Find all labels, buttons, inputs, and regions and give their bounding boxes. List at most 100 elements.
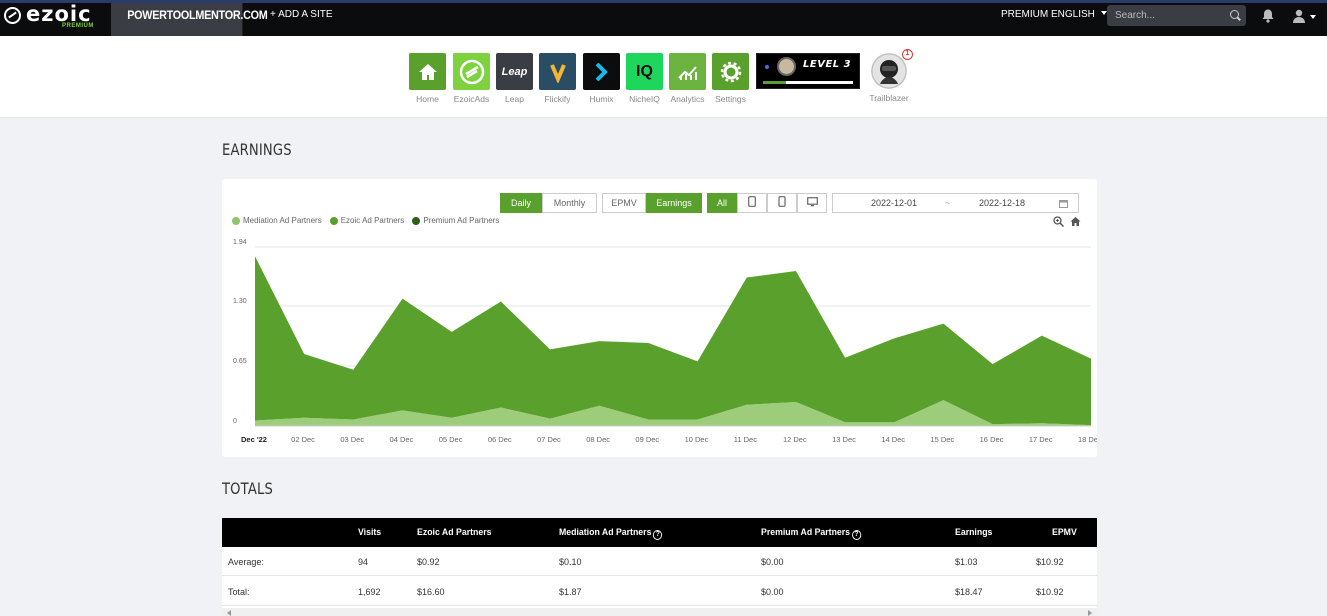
app-humix[interactable]: Humix	[583, 53, 620, 104]
cell-ezoic: $16.60	[417, 587, 445, 597]
header-premium-label: Premium Ad Partners	[761, 527, 851, 538]
table-header: Visits Ezoic Ad Partners Mediation Ad Pa…	[222, 518, 1097, 547]
trailblazer-icon: 1	[871, 49, 913, 89]
x-tick-label: 15 Dec	[930, 435, 954, 444]
row-label: Average:	[228, 557, 264, 567]
x-tick-label: 03 Dec	[340, 435, 364, 444]
earnings-title: EARNINGS	[222, 140, 292, 159]
x-tick-label: 13 Dec	[832, 435, 856, 444]
header-epmv: EPMV	[1052, 527, 1077, 538]
x-tick-label: 02 Dec	[291, 435, 315, 444]
totals-title: TOTALS	[222, 479, 273, 498]
x-tick-label: 11 Dec	[734, 435, 757, 444]
leap-tile-text: Leap	[501, 65, 528, 78]
nicheiq-icon: IQ	[626, 53, 663, 90]
app-settings[interactable]: Settings	[712, 53, 749, 104]
analytics-icon	[669, 53, 706, 90]
nicheiq-tile-text: IQ	[636, 62, 653, 80]
bell-icon[interactable]	[1262, 9, 1274, 23]
level-text: LEVEL 3	[803, 59, 852, 70]
x-tick-label: 14 Dec	[881, 435, 905, 444]
x-tick-label: 12 Dec	[783, 435, 807, 444]
cell-mediation: $0.10	[559, 557, 582, 567]
x-tick-label: 18 Dec	[1078, 435, 1097, 444]
cell-visits: 1,692	[358, 587, 381, 597]
trailblazer-button[interactable]: 1 Trailblazer	[862, 49, 916, 103]
table-row: Total: 1,692 $16.60 $1.87 $0.00 $18.47 $…	[222, 577, 1097, 606]
trailblazer-label: Trailblazer	[869, 93, 909, 103]
ezoic-logo[interactable]: ezoic PREMIUM	[4, 2, 104, 34]
humix-icon	[583, 53, 620, 90]
app-ezoicads[interactable]: EzoicAds	[453, 53, 490, 104]
x-tick-label: 08 Dec	[586, 435, 610, 444]
level-dot	[765, 65, 769, 69]
area-series-ezoic-ad-partners	[255, 256, 1091, 426]
flickify-icon	[539, 53, 576, 90]
header-ezoic-ad-partners: Ezoic Ad Partners	[417, 527, 492, 538]
search-icon[interactable]	[1230, 10, 1239, 19]
header-mediation-label: Mediation Ad Partners	[559, 527, 652, 538]
x-tick-label: Dec '22	[241, 435, 267, 444]
x-tick-label: 07 Dec	[537, 435, 561, 444]
gear-icon	[712, 53, 749, 90]
help-icon[interactable]: ?	[653, 530, 663, 540]
header-premium-ad-partners: Premium Ad Partners?	[761, 527, 862, 540]
level-progress-fill	[763, 81, 786, 84]
app-home[interactable]: Home	[409, 53, 446, 104]
app-bar: Home EzoicAds Leap Leap Flickify Humix I…	[0, 36, 1327, 118]
x-tick-label: 06 Dec	[488, 435, 512, 444]
logo-subtext: PREMIUM	[62, 23, 94, 29]
earnings-card: Daily Monthly EPMV Earnings All 2022-12-…	[222, 179, 1097, 457]
table-row: Average: 94 $0.92 $0.10 $0.00 $1.03 $10.…	[222, 547, 1097, 576]
language-selector[interactable]: ENGLISH	[1051, 9, 1107, 20]
scroll-right-icon[interactable]	[1088, 610, 1092, 616]
app-analytics[interactable]: Analytics	[669, 53, 706, 104]
horizontal-scrollbar[interactable]	[222, 608, 1097, 616]
search-input[interactable]	[1115, 8, 1225, 23]
header-earnings: Earnings	[955, 527, 993, 538]
chevron-down-icon	[1310, 15, 1316, 19]
level-progress-bar	[763, 81, 853, 84]
y-tick-label: 1.30	[233, 298, 247, 305]
y-tick-label: 0.65	[233, 358, 247, 365]
x-tick-label: 10 Dec	[685, 435, 709, 444]
app-label: Settings	[715, 94, 746, 104]
chevron-down-icon	[1100, 11, 1107, 15]
cell-visits: 94	[358, 557, 369, 567]
x-tick-label: 09 Dec	[635, 435, 659, 444]
home-icon	[409, 53, 446, 90]
help-icon[interactable]: ?	[851, 530, 862, 540]
app-leap[interactable]: Leap Leap	[496, 53, 533, 104]
site-selector[interactable]: POWERTOOLMENTOR.COM	[111, 3, 268, 36]
search-box[interactable]	[1107, 5, 1246, 26]
scroll-left-icon[interactable]	[227, 610, 231, 616]
notification-badge: 1	[902, 49, 913, 60]
x-tick-label: 17 Dec	[1029, 435, 1053, 444]
user-icon	[1293, 9, 1305, 23]
cell-epmv: $10.92	[1036, 557, 1064, 567]
add-site-link[interactable]: + ADD A SITE	[270, 9, 333, 20]
cell-mediation: $1.87	[559, 587, 582, 597]
earnings-chart[interactable]: 0 0.65 1.30 1.94 Dec '22 02 Dec 03 Dec 04 Dec 0…	[222, 179, 1097, 457]
y-tick-label: 0	[233, 418, 237, 425]
cell-epmv: $10.92	[1036, 587, 1064, 597]
y-tick-label: 1.94	[233, 239, 247, 246]
cell-premium: $0.00	[761, 587, 784, 597]
user-menu[interactable]	[1292, 9, 1316, 23]
cell-earnings: $18.47	[955, 587, 983, 597]
app-nicheiq[interactable]: IQ NicheIQ	[626, 53, 663, 104]
avatar	[777, 57, 796, 76]
x-tick-label: 05 Dec	[439, 435, 463, 444]
header-mediation-ad-partners: Mediation Ad Partners?	[559, 527, 663, 540]
cell-ezoic: $0.92	[417, 557, 440, 567]
premium-link[interactable]: PREMIUM	[1001, 9, 1048, 20]
top-navbar: ezoic PREMIUM POWERTOOLMENTOR.COM + ADD …	[0, 0, 1327, 36]
level-widget[interactable]: LEVEL 3	[756, 53, 860, 89]
ezoicads-icon	[453, 53, 490, 90]
header-visits: Visits	[358, 527, 382, 538]
totals-table: Visits Ezoic Ad Partners Mediation Ad Pa…	[222, 518, 1097, 616]
row-label: Total:	[228, 587, 250, 597]
app-flickify[interactable]: Flickify	[539, 53, 576, 104]
ezoic-logo-icon	[4, 7, 21, 24]
language-label: ENGLISH	[1051, 9, 1095, 20]
